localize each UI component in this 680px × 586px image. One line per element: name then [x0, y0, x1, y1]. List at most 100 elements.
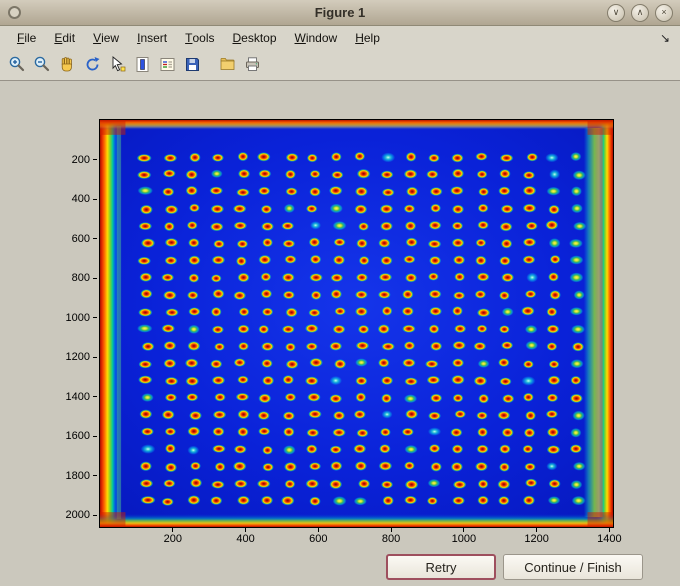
close-button[interactable]: ×: [655, 3, 673, 22]
data-cursor-button[interactable]: [105, 53, 129, 77]
insert-colorbar-button[interactable]: [130, 53, 154, 77]
open-file-button[interactable]: [215, 53, 239, 77]
microarray-spot: [451, 444, 464, 454]
microarray-spot: [477, 495, 489, 506]
microarray-spot: [381, 188, 395, 197]
microarray-spot: [427, 478, 441, 488]
microarray-spot: [330, 152, 342, 162]
microarray-spot: [187, 340, 201, 351]
minimize-button[interactable]: ∨: [607, 3, 625, 22]
pan-button[interactable]: [55, 53, 79, 77]
microarray-spot: [546, 427, 560, 438]
microarray-spot: [309, 169, 321, 179]
microarray-spot: [281, 221, 295, 231]
x-tick-mark: [463, 528, 465, 532]
microarray-spot: [379, 427, 391, 437]
menu-item-file[interactable]: File: [8, 26, 45, 49]
microarray-spot: [136, 153, 152, 163]
menu-item-tools[interactable]: Tools: [176, 26, 223, 49]
microarray-spot: [260, 221, 275, 232]
axes[interactable]: [99, 119, 614, 528]
menu-item-view[interactable]: View: [84, 26, 128, 49]
x-tick-mark: [172, 528, 174, 532]
maximize-button[interactable]: ∧: [631, 3, 649, 22]
microarray-spot: [501, 307, 514, 317]
microarray-spot: [211, 255, 226, 265]
microarray-spot: [164, 256, 178, 265]
microarray-spot: [498, 290, 510, 301]
microarray-spot: [258, 427, 271, 436]
window-title: Figure 1: [314, 5, 366, 20]
microarray-spot: [330, 289, 343, 300]
microarray-spot: [524, 289, 537, 299]
microarray-spot: [454, 324, 467, 334]
zoom-out-button[interactable]: [30, 53, 54, 77]
window-menu-icon[interactable]: [8, 6, 21, 19]
microarray-spot: [569, 444, 583, 454]
microarray-spot: [382, 495, 394, 506]
microarray-spot: [354, 290, 368, 300]
microarray-spot: [304, 323, 319, 333]
microarray-spot: [498, 357, 510, 368]
save-figure-button[interactable]: [180, 53, 204, 77]
microarray-spot: [138, 222, 153, 231]
microarray-spot: [189, 152, 201, 163]
zoom-in-button[interactable]: [5, 53, 29, 77]
microarray-spot: [426, 375, 441, 385]
microarray-spot: [450, 186, 464, 196]
microarray-spot: [283, 426, 295, 437]
microarray-spot: [232, 461, 247, 472]
dock-arrow-icon[interactable]: ↘: [660, 31, 670, 45]
pan-hand-icon: [61, 57, 72, 72]
microarray-spot: [429, 393, 443, 403]
microarray-spot: [305, 342, 318, 351]
menu-item-insert[interactable]: Insert: [128, 26, 176, 49]
microarray-spot: [474, 461, 489, 472]
retry-button[interactable]: Retry: [386, 554, 496, 580]
menu-item-desktop[interactable]: Desktop: [223, 26, 285, 49]
titlebar[interactable]: Figure 1 ∨ ∧ ×: [0, 0, 680, 26]
microarray-spot: [454, 272, 466, 282]
print-figure-button[interactable]: [240, 53, 264, 77]
microarray-spot: [478, 393, 490, 404]
figure-canvas: Retry Continue / Finish 200 400 600 800 1000…: [0, 81, 680, 586]
microarray-spot: [403, 204, 416, 214]
microarray-spot: [569, 255, 584, 265]
microarray-spot: [357, 478, 371, 489]
menu-item-edit[interactable]: Edit: [45, 26, 84, 49]
microarray-spot: [140, 427, 155, 436]
rotate-3d-button[interactable]: [80, 53, 104, 77]
microarray-spot: [262, 462, 274, 472]
microarray-spot: [476, 308, 491, 318]
microarray-spot: [237, 426, 249, 437]
microarray-spot: [452, 496, 466, 505]
microarray-spot: [210, 274, 222, 283]
toolbar-separator: [205, 53, 214, 77]
microarray-spot: [332, 496, 347, 506]
microarray-spot: [545, 409, 559, 419]
microarray-spot: [545, 153, 559, 163]
save-icon: [185, 58, 199, 71]
microarray-spot: [405, 186, 419, 197]
microarray-spot: [355, 341, 370, 350]
microarray-spot: [572, 170, 586, 180]
menu-item-window[interactable]: Window: [286, 26, 347, 49]
microarray-spot: [164, 237, 179, 248]
continue-finish-button[interactable]: Continue / Finish: [503, 554, 643, 580]
microarray-spot: [262, 237, 274, 248]
microarray-spot: [329, 445, 342, 454]
microarray-spot: [498, 186, 511, 196]
microarray-spot: [451, 168, 465, 179]
close-icon: ×: [661, 7, 667, 17]
microarray-spot: [329, 479, 343, 490]
microarray-spot: [476, 324, 488, 333]
microarray-spot: [163, 221, 175, 232]
microarray-spot: [284, 255, 297, 264]
microarray-spot: [569, 272, 584, 283]
microarray-spot: [210, 169, 223, 178]
menu-item-help[interactable]: Help: [346, 26, 389, 49]
microarray-spot: [308, 308, 321, 317]
insert-legend-button[interactable]: [155, 53, 179, 77]
microarray-spot: [257, 411, 270, 421]
microarray-spot: [238, 341, 249, 351]
